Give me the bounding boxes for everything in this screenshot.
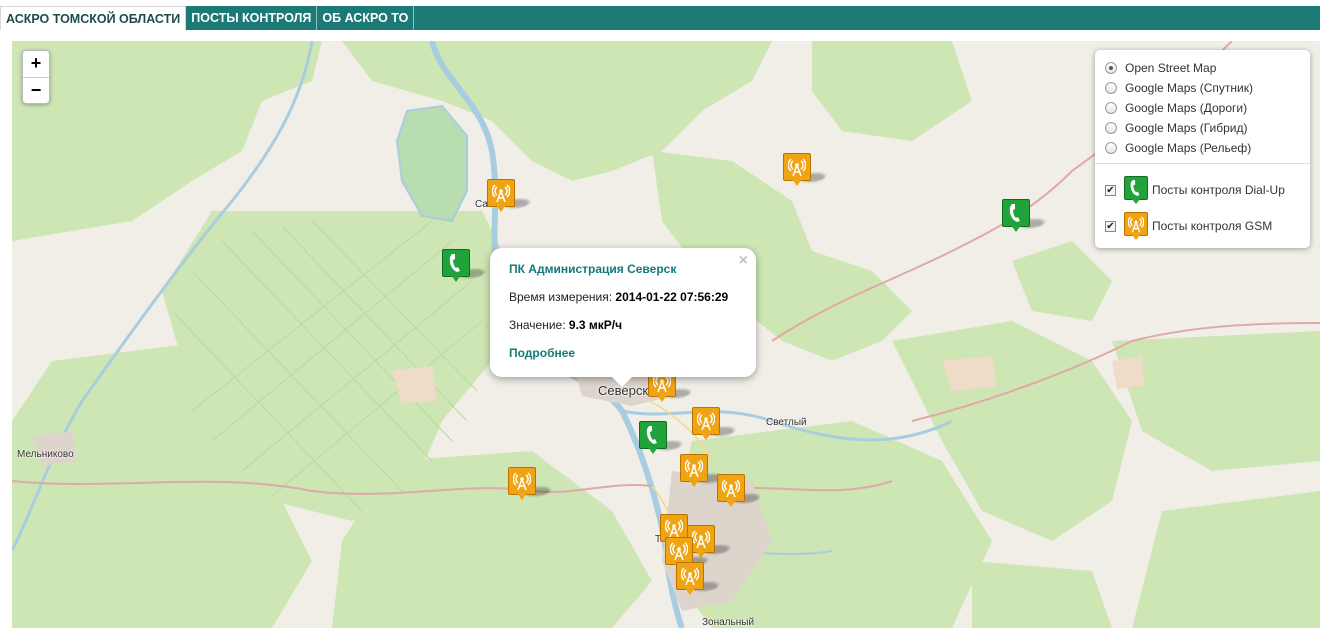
tab-about[interactable]: ОБ АСКРО ТО — [317, 6, 415, 30]
phone-icon — [1009, 204, 1020, 222]
measurement-value-label: Значение: — [509, 318, 566, 332]
base-layer-label: Google Maps (Дороги) — [1125, 101, 1248, 115]
gsm-post-marker[interactable] — [783, 153, 829, 187]
antenna-icon — [513, 472, 531, 491]
popup-tip — [611, 376, 633, 387]
zoom-control: + − — [22, 50, 50, 104]
measurement-value: 9.3 мкР/ч — [568, 318, 623, 332]
base-layer-label: Google Maps (Гибрид) — [1125, 121, 1248, 135]
gsm-post-marker[interactable] — [508, 467, 554, 501]
measurement-time-label: Время измерения: — [509, 290, 613, 304]
gsm-post-marker[interactable] — [680, 454, 726, 488]
antenna-icon — [722, 479, 740, 498]
zoom-out-button[interactable]: − — [23, 77, 49, 103]
station-popup: × ПК Администрация Северск Время измерен… — [490, 248, 756, 387]
gsm-post-marker[interactable] — [676, 562, 722, 596]
gsm-post-marker[interactable] — [487, 179, 533, 213]
base-layer-google-satellite[interactable]: Google Maps (Спутник) — [1105, 78, 1300, 98]
gsm-post-marker[interactable] — [717, 474, 763, 508]
base-layer-google-roads[interactable]: Google Maps (Дороги) — [1105, 98, 1300, 118]
phone-icon — [1130, 180, 1140, 196]
dialup-legend-icon — [1124, 176, 1148, 204]
base-layer-label: Google Maps (Спутник) — [1125, 81, 1253, 95]
radio-button[interactable] — [1105, 62, 1117, 74]
dialup-post-marker[interactable] — [442, 249, 488, 283]
place-label-svetly: Светлый — [766, 417, 807, 428]
map-view[interactable]: Северск Светлый Мельниково Сам Зональный… — [12, 41, 1320, 628]
base-layer-osm[interactable]: Open Street Map — [1105, 58, 1300, 78]
place-label-zonalny: Зональный — [702, 617, 755, 628]
gsm-legend-icon — [1124, 212, 1148, 240]
phone-icon — [646, 426, 657, 444]
top-navigation: АСКРО ТОМСКОЙ ОБЛАСТИ ПОСТЫ КОНТРОЛЯ ОБ … — [0, 6, 1320, 30]
overlay-dialup[interactable]: ✔ Посты контроля Dial-Up — [1105, 172, 1300, 208]
details-link[interactable]: Подробнее — [509, 346, 737, 360]
antenna-icon — [788, 158, 806, 177]
measurement-time-value: 2014-01-22 07:56:29 — [615, 290, 729, 304]
overlay-checkbox[interactable]: ✔ — [1105, 184, 1116, 196]
radio-button[interactable] — [1105, 102, 1117, 114]
antenna-icon — [665, 519, 683, 538]
antenna-icon — [681, 567, 699, 586]
place-label-melnikovo: Мельниково — [17, 449, 74, 460]
base-layer-label: Open Street Map — [1125, 61, 1217, 75]
overlay-gsm[interactable]: ✔ Посты контроля GSM — [1105, 208, 1300, 244]
tab-askro-tomsk[interactable]: АСКРО ТОМСКОЙ ОБЛАСТИ — [0, 6, 187, 30]
popup-title: ПК Администрация Северск — [509, 262, 677, 276]
radio-button[interactable] — [1105, 142, 1117, 154]
gsm-post-marker[interactable] — [692, 407, 738, 441]
antenna-icon — [697, 412, 715, 431]
antenna-icon — [670, 542, 688, 561]
antenna-icon — [685, 459, 703, 478]
dialup-post-marker[interactable] — [1002, 199, 1048, 233]
zoom-in-button[interactable]: + — [23, 51, 49, 77]
tab-control-posts[interactable]: ПОСТЫ КОНТРОЛЯ — [186, 6, 318, 30]
dialup-post-marker[interactable] — [639, 421, 685, 455]
radio-button[interactable] — [1105, 122, 1117, 134]
phone-icon — [449, 254, 460, 272]
antenna-icon — [1128, 216, 1144, 233]
overlay-label: Посты контроля Dial-Up — [1152, 183, 1285, 197]
measurement-value-row: Значение: 9.3 мкР/ч — [509, 318, 737, 332]
layer-divider — [1095, 163, 1310, 164]
base-layer-label: Google Maps (Рельеф) — [1125, 141, 1252, 155]
layer-switcher: Open Street Map Google Maps (Спутник) Go… — [1095, 50, 1310, 248]
base-layer-google-hybrid[interactable]: Google Maps (Гибрид) — [1105, 118, 1300, 138]
antenna-icon — [692, 530, 710, 549]
overlay-label: Посты контроля GSM — [1152, 219, 1273, 233]
overlay-checkbox[interactable]: ✔ — [1105, 220, 1116, 232]
measurement-time-row: Время измерения: 2014-01-22 07:56:29 — [509, 290, 737, 304]
radio-button[interactable] — [1105, 82, 1117, 94]
close-icon[interactable]: × — [739, 252, 748, 270]
antenna-icon — [492, 184, 510, 203]
base-layer-google-terrain[interactable]: Google Maps (Рельеф) — [1105, 138, 1300, 158]
